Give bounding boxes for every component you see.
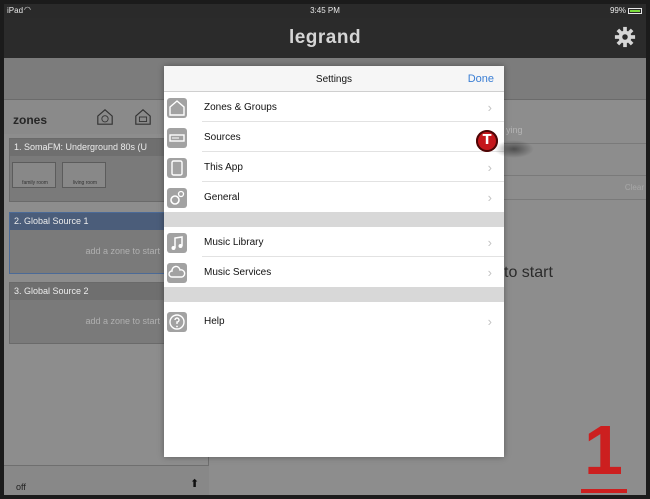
row-label: Sources xyxy=(204,132,241,143)
sources-icon xyxy=(167,128,187,148)
zones-title: zones xyxy=(13,113,48,127)
chevron-right-icon: › xyxy=(487,314,492,329)
row-label: Music Library xyxy=(204,237,264,248)
row-label: General xyxy=(204,192,240,203)
settings-row-sources[interactable]: Sources › xyxy=(164,122,504,152)
zone-tile-family-room[interactable]: family room xyxy=(12,162,56,188)
battery-icon xyxy=(628,8,642,14)
now-playing-label: ying xyxy=(506,125,523,135)
row-label: This App xyxy=(204,162,243,173)
touch-indicator-badge: T xyxy=(476,130,498,152)
touch-shadow xyxy=(494,140,534,158)
chevron-right-icon: › xyxy=(487,265,492,280)
group-separator xyxy=(164,212,504,227)
battery-percent: 99% xyxy=(609,6,626,15)
house-icon xyxy=(167,98,187,118)
chevron-right-icon: › xyxy=(487,190,492,205)
house-clock-icon[interactable] xyxy=(96,108,114,126)
tablet-icon xyxy=(167,158,187,178)
now-playing-header: ying xyxy=(504,114,646,144)
settings-title-bar: Settings Done xyxy=(164,66,504,92)
up-arrow-icon[interactable]: ⬆ xyxy=(190,477,199,490)
zone-tile-living-room[interactable]: living room xyxy=(62,162,106,188)
help-icon xyxy=(167,312,187,332)
group-separator xyxy=(164,287,504,302)
row-label: Music Services xyxy=(204,267,272,278)
add-zone-hint: add a zone to start xyxy=(85,246,160,256)
add-zone-hint: add a zone to start xyxy=(85,316,160,326)
settings-row-this-app[interactable]: This App › xyxy=(164,152,504,182)
settings-row-zones-groups[interactable]: Zones & Groups › xyxy=(164,92,504,122)
house-speaker-icon[interactable] xyxy=(134,108,152,126)
step-number: 1 xyxy=(584,411,623,489)
battery-indicator: 99% xyxy=(610,6,642,15)
row-label: Help xyxy=(204,316,225,327)
now-playing-row: Clear xyxy=(504,176,646,200)
status-time: 3:45 PM xyxy=(310,6,340,15)
power-status: off xyxy=(16,482,26,492)
chevron-right-icon: › xyxy=(487,160,492,175)
chevron-right-icon: › xyxy=(487,100,492,115)
app-header: legrand xyxy=(4,18,646,58)
done-button[interactable]: Done xyxy=(468,73,494,85)
settings-row-music-services[interactable]: Music Services › xyxy=(164,257,504,287)
settings-row-music-library[interactable]: Music Library › xyxy=(164,227,504,257)
empty-state-text: to start xyxy=(504,264,553,281)
settings-title: Settings xyxy=(315,74,353,85)
status-bar: iPad ◠ 3:45 PM 99% xyxy=(4,4,646,18)
ipad-screen: iPad ◠ 3:45 PM 99% legrand zones 1. Soma… xyxy=(0,0,650,499)
chevron-right-icon: › xyxy=(487,235,492,250)
zone-label: living room xyxy=(72,180,98,186)
legrand-logo: legrand xyxy=(288,27,362,48)
zones-footer: off ⬆ xyxy=(4,465,209,495)
settings-row-general[interactable]: General › xyxy=(164,182,504,212)
settings-row-help[interactable]: Help › xyxy=(164,306,504,336)
row-label: Zones & Groups xyxy=(204,102,277,113)
settings-gear-icon[interactable] xyxy=(614,26,636,48)
cloud-icon xyxy=(167,263,187,283)
zone-label: family room xyxy=(22,180,48,186)
gears-icon xyxy=(167,188,187,208)
settings-modal: Settings Done Zones & Groups › Sources ›… xyxy=(164,66,504,457)
music-note-icon xyxy=(167,233,187,253)
step-underline xyxy=(581,489,627,493)
clear-label: Clear xyxy=(624,183,644,192)
